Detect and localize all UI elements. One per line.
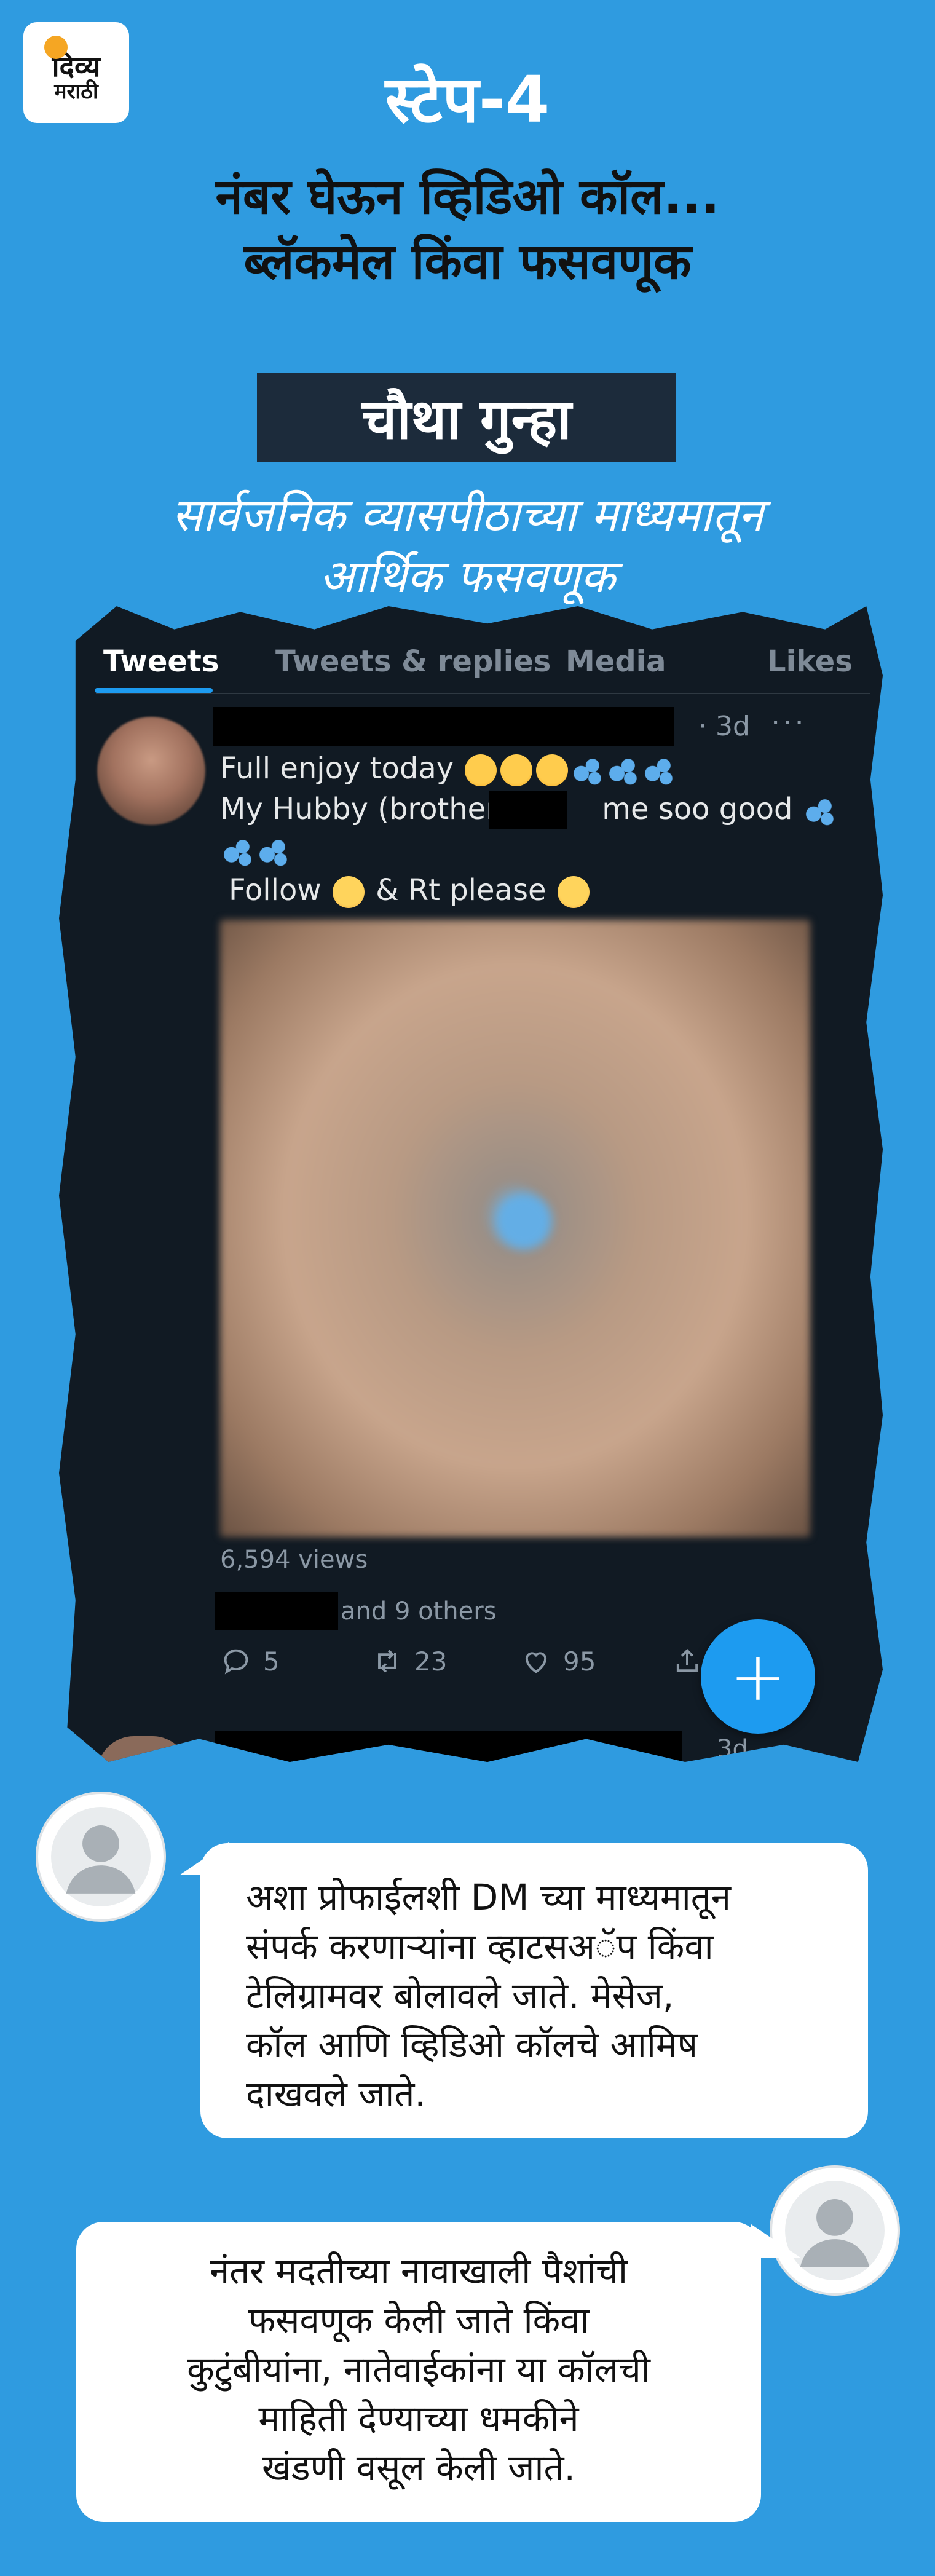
tweet-author-avatar[interactable] xyxy=(97,717,205,825)
compose-tweet-button[interactable]: + xyxy=(701,1619,815,1734)
like-icon xyxy=(525,1652,547,1673)
chat-bubble-2: नंतर मदतीच्या नावाखाली पैशांची फसवणूक के… xyxy=(76,2222,761,2522)
bubble2-line3: कुटुंबीयांना, नातेवाईकांना या कॉलची xyxy=(187,2349,650,2390)
liked-by-text: and 9 others xyxy=(341,1597,497,1626)
tabs-divider xyxy=(96,693,870,694)
like-action[interactable]: 95 xyxy=(520,1645,596,1677)
subtitle-line1: सार्वजनिक व्यासपीठाच्या माध्यमातून xyxy=(172,489,763,542)
sweat-droplets-emoji-icon xyxy=(258,836,290,867)
tweet-time: · 3d xyxy=(698,711,750,742)
next-tweet-avatar xyxy=(97,1736,189,1762)
sweat-droplets-emoji-icon xyxy=(607,754,640,786)
tweet-text-2a: My Hubby (brother) xyxy=(220,792,510,826)
redacted-username xyxy=(213,707,674,746)
tab-tweets[interactable]: Tweets xyxy=(103,644,219,679)
chat-bubble-1: अशा प्रोफाईलशी DM च्या माध्यमातून संपर्क… xyxy=(200,1843,868,2138)
heart-eyes-emoji-icon xyxy=(465,754,497,786)
person-icon xyxy=(51,1807,151,1906)
tab-likes[interactable]: Likes xyxy=(767,644,853,679)
redacted-word xyxy=(489,791,567,829)
more-options-icon[interactable]: ··· xyxy=(771,706,807,740)
redacted-next-username xyxy=(215,1731,682,1762)
bubble1-line3: टेलिग्रामवर बोलावले जाते. मेसेज, xyxy=(246,1975,674,2017)
tweet-text-1: Full enjoy today xyxy=(220,751,454,786)
bubble2-line1: नंतर मदतीच्या नावाखाली पैशांची xyxy=(209,2250,628,2292)
like-count: 95 xyxy=(563,1646,596,1677)
tweet-text-line-emoji xyxy=(220,832,291,867)
heading-line2: ब्लॅकमेल किंवा फसवणूक xyxy=(243,233,692,290)
bubble2-line2: फसवणूक केली जाते किंवा xyxy=(248,2299,590,2341)
heart-eyes-emoji-icon xyxy=(536,754,569,786)
tweet-text-line1: Full enjoy today xyxy=(220,751,677,786)
bubble1-line2: संपर्क करणाऱ्यांना व्हाटसअॅप किंवा xyxy=(246,1926,714,1967)
profile-tabs: Tweets Tweets & replies Media Likes xyxy=(103,638,853,687)
sweat-droplets-emoji-icon xyxy=(222,836,254,867)
retweet-count: 23 xyxy=(414,1646,448,1677)
bubble2-line4: माहिती देण्याच्या धमकीने xyxy=(258,2398,579,2440)
tweet-views: 6,594 views xyxy=(220,1546,368,1574)
reply-action[interactable]: 5 xyxy=(220,1645,280,1677)
person-avatar-left xyxy=(36,1792,166,1922)
bubble1-line1: अशा प्रोफाईलशी DM च्या माध्यमातून xyxy=(246,1876,731,1918)
sweat-droplets-emoji-icon xyxy=(643,754,676,786)
blurred-image-highlight xyxy=(497,1194,552,1249)
pleading-face-emoji-icon xyxy=(557,876,590,908)
retweet-icon xyxy=(378,1650,396,1673)
retweet-action[interactable]: 23 xyxy=(371,1645,447,1677)
tab-tweets-replies[interactable]: Tweets & replies xyxy=(275,644,551,679)
tweet-text-3b: & Rt please xyxy=(376,873,546,907)
crime-label: चौथा गुन्हा xyxy=(257,373,676,462)
tab-media[interactable]: Media xyxy=(566,644,666,679)
subtitle-line2: आर्थिक फसवणूक xyxy=(320,550,615,603)
bubble1-line4: कॉल आणि व्हिडिओ कॉलचे आमिष xyxy=(246,2024,698,2066)
pleading-face-emoji-icon xyxy=(332,876,365,908)
tweet-text-2b: me soo good xyxy=(602,792,793,826)
tweet-text-line3: Follow & Rt please xyxy=(229,873,591,908)
step-title: स्टेप-4 xyxy=(385,62,550,137)
sweat-droplets-emoji-icon xyxy=(803,795,836,827)
next-tweet-time: 3d xyxy=(717,1735,748,1763)
bubble2-line5: खंडणी वसूल केली जाते. xyxy=(262,2447,575,2489)
bubble1-line5: दाखवले जाते. xyxy=(246,2073,426,2115)
heading-line1: नंबर घेऊन व्हिडिओ कॉल... xyxy=(215,168,720,225)
reply-count: 5 xyxy=(263,1646,280,1677)
heart-eyes-emoji-icon xyxy=(500,754,533,786)
redacted-liker xyxy=(215,1592,338,1630)
share-action[interactable] xyxy=(671,1645,703,1677)
tweet-text-3a: Follow xyxy=(229,873,322,907)
tweet-screenshot: Tweets Tweets & replies Media Likes · 3d… xyxy=(59,606,883,1762)
active-tab-indicator xyxy=(95,688,213,693)
share-icon xyxy=(676,1648,698,1672)
reply-icon xyxy=(224,1649,248,1675)
sweat-droplets-emoji-icon xyxy=(572,754,604,786)
